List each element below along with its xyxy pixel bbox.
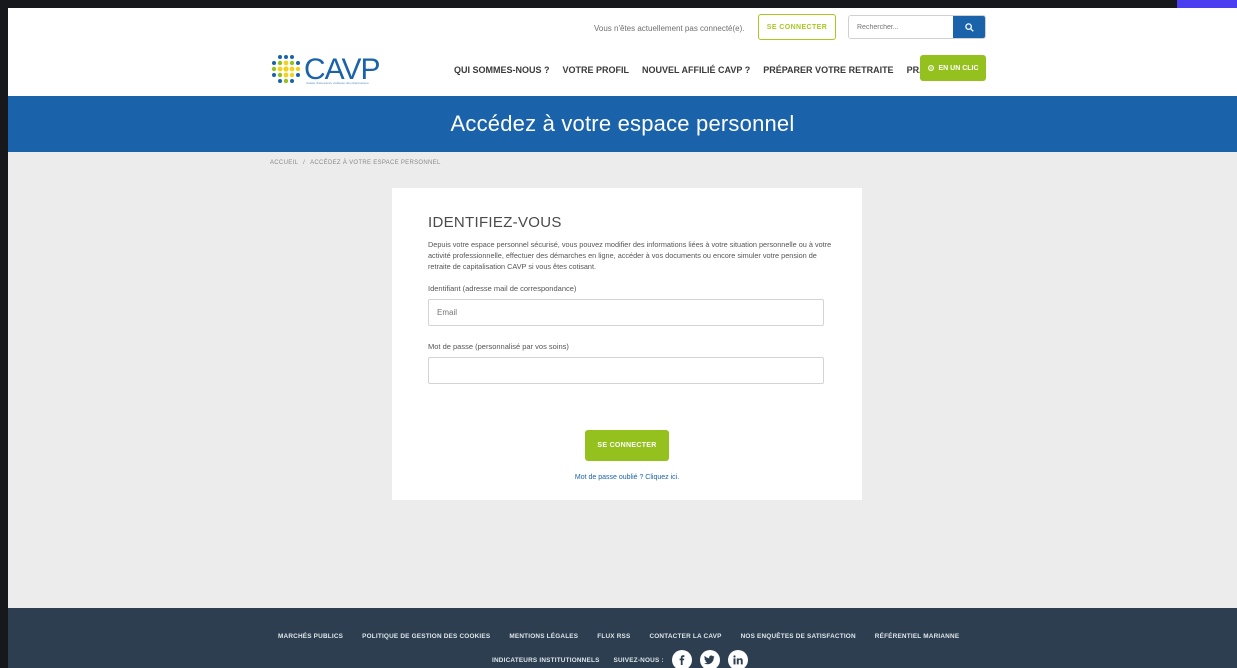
browser-page: Vous n'êtes actuellement pas connecté(e)… xyxy=(8,8,1237,668)
breadcrumb: ACCUEIL / ACCÉDEZ À VOTRE ESPACE PERSONNEL xyxy=(270,160,441,166)
breadcrumb-home[interactable]: ACCUEIL xyxy=(270,160,298,166)
footer-link-enquetes[interactable]: NOS ENQUÊTES DE SATISFACTION xyxy=(741,633,856,640)
logo-tagline: Caisse d'assurance vieillesse des pharma… xyxy=(306,81,369,85)
nav-item-preparer-retraite[interactable]: PRÉPARER VOTRE RETRAITE xyxy=(763,65,893,75)
submit-login-button[interactable]: SE CONNECTER xyxy=(585,430,669,461)
top-bar: Vous n'êtes actuellement pas connecté(e)… xyxy=(8,8,1237,46)
facebook-icon[interactable] xyxy=(671,650,692,668)
breadcrumb-separator: / xyxy=(303,160,306,166)
footer-link-marches-publics[interactable]: MARCHÉS PUBLICS xyxy=(278,633,343,640)
footer-link-flux-rss[interactable]: FLUX RSS xyxy=(597,633,630,640)
forgot-password-link[interactable]: Mot de passe oublié ? Cliquez ici. xyxy=(392,474,862,481)
footer-links: MARCHÉS PUBLICS POLITIQUE DE GESTION DES… xyxy=(278,633,959,640)
window-accent xyxy=(1177,0,1237,8)
login-intro: Depuis votre espace personnel sécurisé, … xyxy=(428,240,832,272)
nav-menu: QUI SOMMES-NOUS ? VOTRE PROFIL NOUVEL AF… xyxy=(454,65,965,75)
nav-item-qui-sommes-nous[interactable]: QUI SOMMES-NOUS ? xyxy=(454,65,550,75)
login-card: IDENTIFIEZ-VOUS Depuis votre espace pers… xyxy=(392,188,862,500)
password-label: Mot de passe (personnalisé par vos soins… xyxy=(428,341,569,351)
cavp-logo[interactable]: CAVP Caisse d'assurance vieillesse des p… xyxy=(270,50,380,92)
logo-dots-icon xyxy=(271,55,301,84)
linkedin-icon[interactable] xyxy=(727,650,748,668)
password-input[interactable] xyxy=(428,356,824,384)
main-nav: CAVP Caisse d'assurance vieillesse des p… xyxy=(8,46,1237,96)
search-icon xyxy=(964,22,974,32)
en-un-clic-label: EN UN CLIC xyxy=(938,64,979,72)
login-heading: IDENTIFIEZ-VOUS xyxy=(428,214,562,231)
page-banner: Accédez à votre espace personnel xyxy=(8,96,1237,152)
nav-item-nouvel-affilie[interactable]: NOUVEL AFFILIÉ CAVP ? xyxy=(642,65,750,75)
follow-us-label: SUIVEZ-NOUS : xyxy=(613,656,664,664)
search-box xyxy=(848,15,986,39)
footer-link-cookies[interactable]: POLITIQUE DE GESTION DES COOKIES xyxy=(362,633,490,640)
en-un-clic-button[interactable]: EN UN CLIC xyxy=(920,55,986,81)
login-button[interactable]: SE CONNECTER xyxy=(758,14,836,40)
identifier-label: Identifiant (adresse mail de corresponda… xyxy=(428,283,577,293)
connection-status: Vous n'êtes actuellement pas connecté(e)… xyxy=(594,24,745,33)
identifier-input[interactable] xyxy=(428,298,824,326)
search-input[interactable] xyxy=(849,16,953,38)
twitter-icon[interactable] xyxy=(699,650,720,668)
footer-link-mentions-legales[interactable]: MENTIONS LÉGALES xyxy=(509,633,578,640)
page-title: Accédez à votre espace personnel xyxy=(450,111,795,136)
breadcrumb-current: ACCÉDEZ À VOTRE ESPACE PERSONNEL xyxy=(310,160,441,166)
footer-link-referentiel[interactable]: RÉFÉRENTIEL MARIANNE xyxy=(875,633,959,640)
nav-item-votre-profil[interactable]: VOTRE PROFIL xyxy=(563,65,630,75)
footer-link-contact[interactable]: CONTACTER LA CAVP xyxy=(649,633,721,640)
footer-row-secondary: INDICATEURS INSTITUTIONNELS SUIVEZ-NOUS … xyxy=(492,650,748,668)
footer-link-indicateurs[interactable]: INDICATEURS INSTITUTIONNELS xyxy=(492,657,600,664)
gear-icon xyxy=(928,65,935,71)
search-button[interactable] xyxy=(953,16,985,38)
footer: MARCHÉS PUBLICS POLITIQUE DE GESTION DES… xyxy=(8,608,1237,668)
social-links xyxy=(671,650,748,668)
